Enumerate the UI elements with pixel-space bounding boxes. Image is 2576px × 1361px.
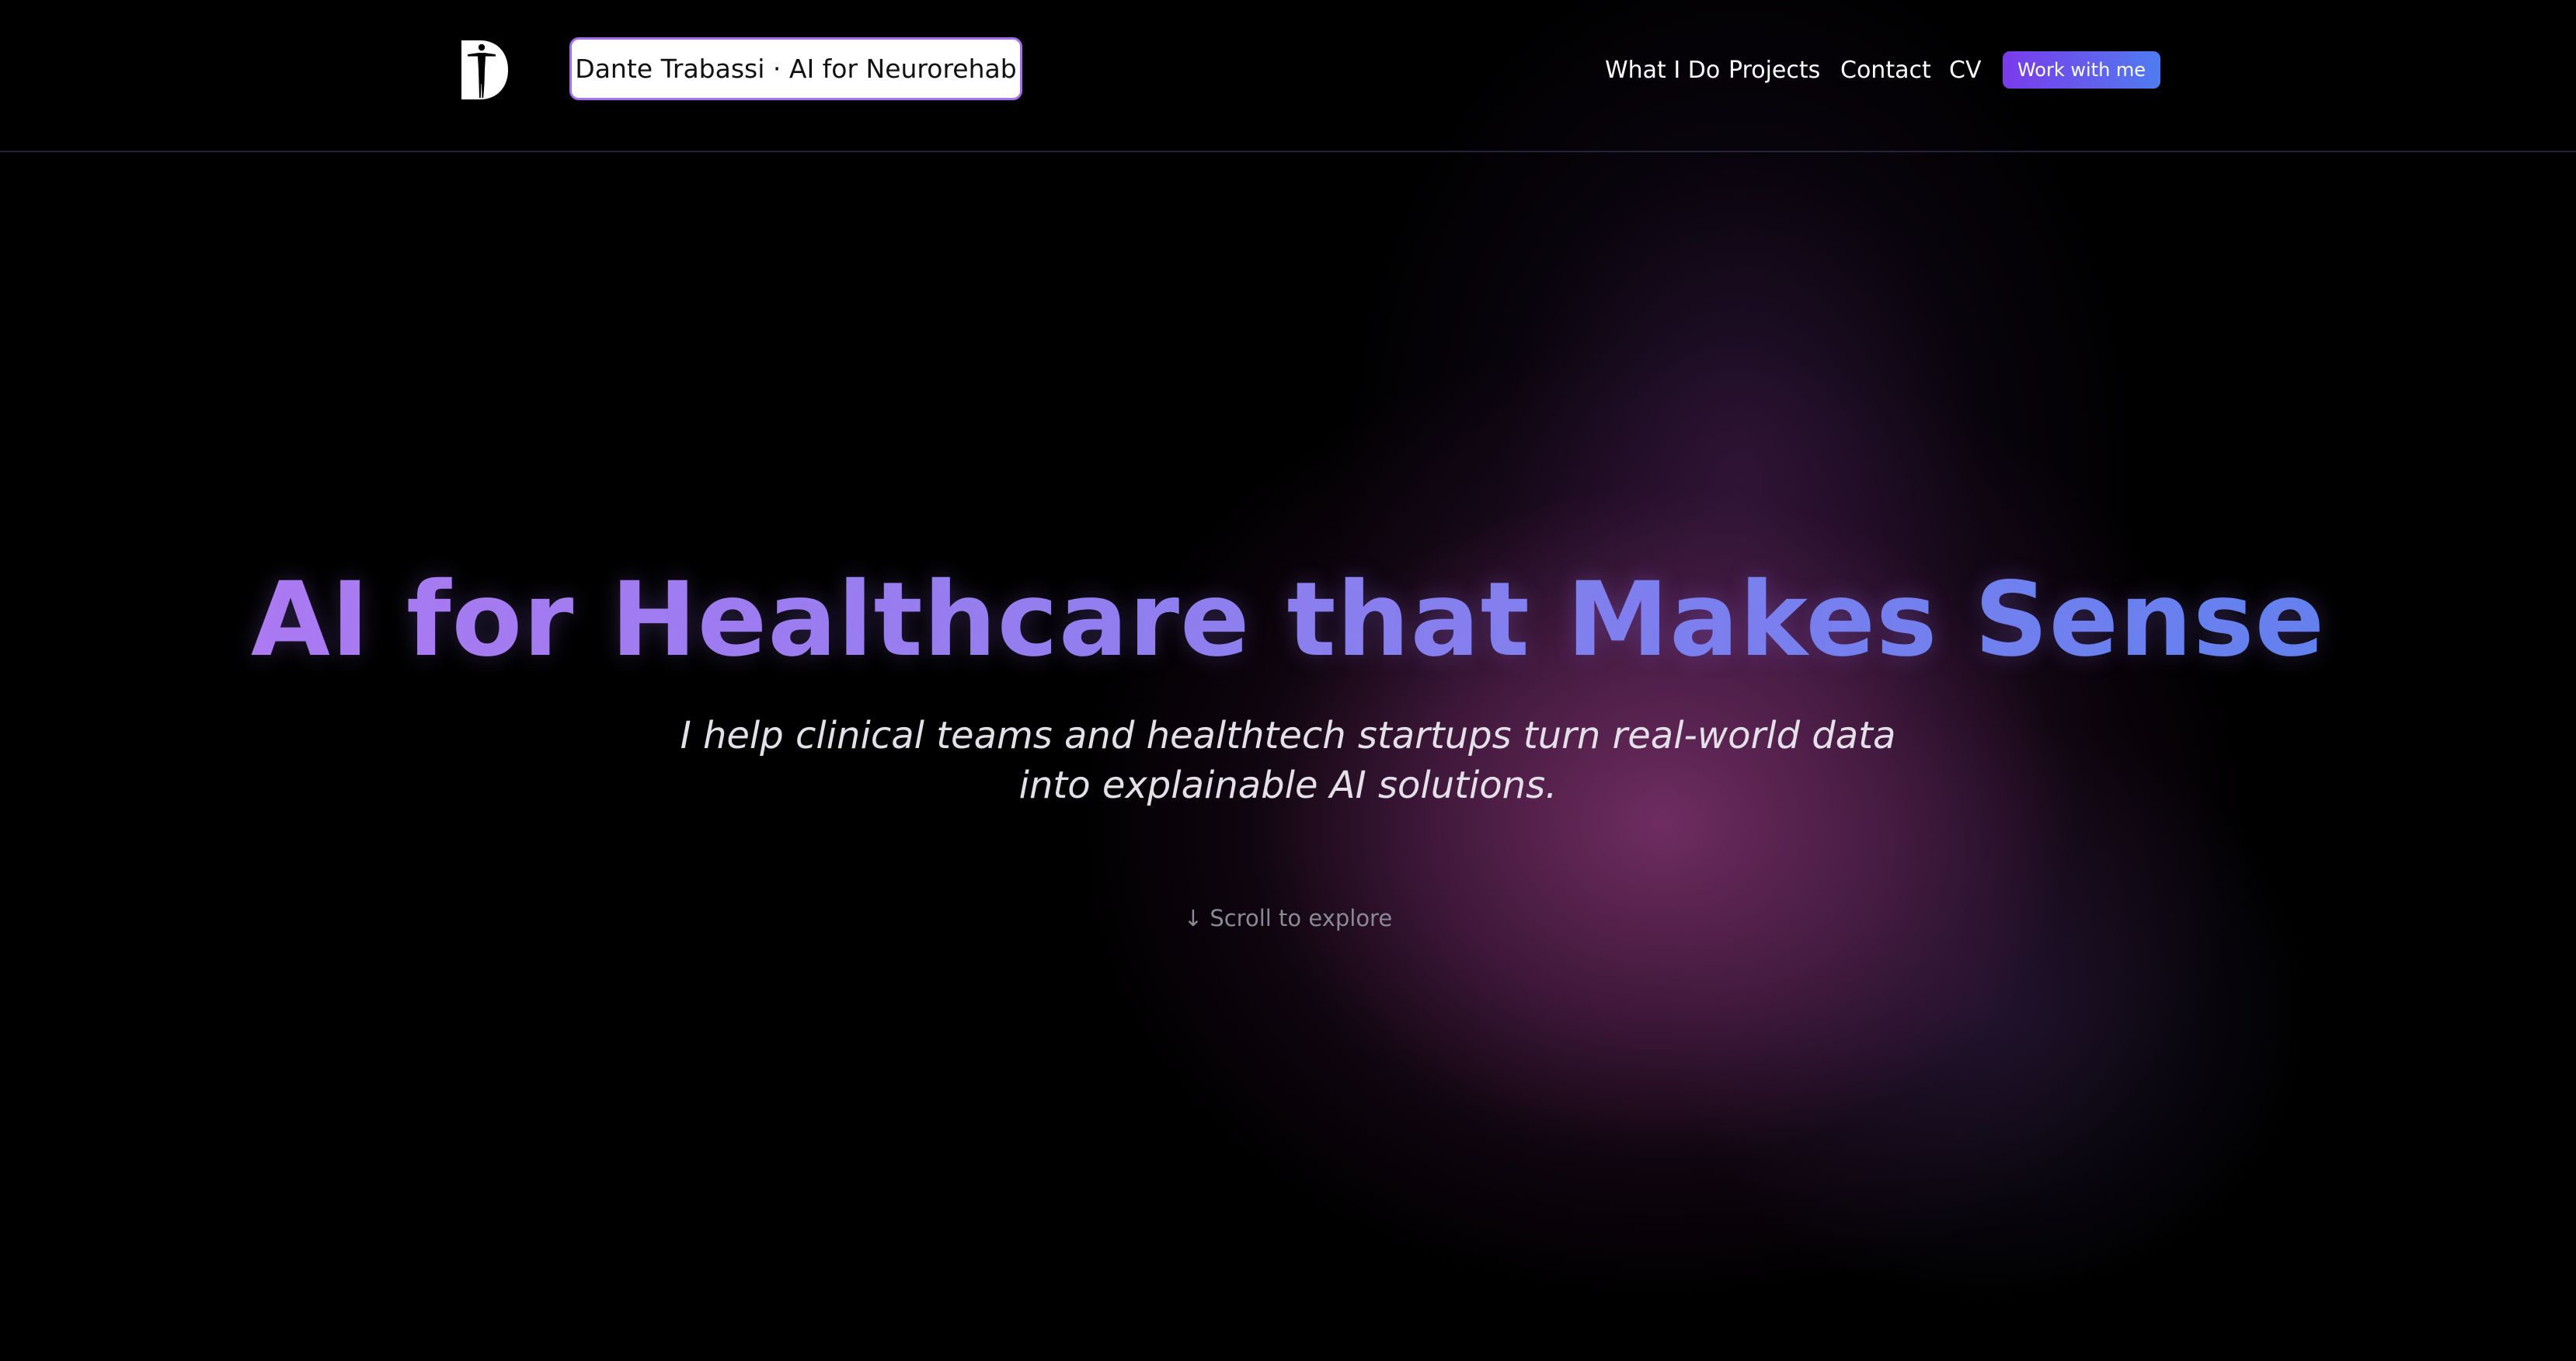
hero-subtitle-line-1: I help clinical teams and healthtech sta… — [680, 714, 1896, 757]
page: Dante Trabassi · AI for Neurorehab What … — [0, 0, 2576, 1361]
scroll-to-explore-hint[interactable]: ↓ Scroll to explore — [0, 903, 2576, 934]
nav-link-cv[interactable]: CV — [1949, 51, 1981, 89]
nav-link-contact[interactable]: Contact — [1840, 51, 1931, 89]
site-header: Dante Trabassi · AI for Neurorehab What … — [0, 0, 2576, 152]
nav-link-projects[interactable]: Projects — [1728, 51, 1820, 89]
brand-title-button[interactable]: Dante Trabassi · AI for Neurorehab — [569, 37, 1022, 100]
work-with-me-button[interactable]: Work with me — [2003, 51, 2160, 89]
hero-title: AI for Healthcare that Makes Sense — [0, 550, 2576, 690]
nav-link-what-i-do[interactable]: What I Do — [1605, 51, 1720, 89]
brand-title-label: Dante Trabassi · AI for Neurorehab — [575, 54, 1017, 84]
hero-subtitle-line-2: into explainable AI solutions. — [1018, 764, 1558, 807]
person-silhouette-d-logo-icon[interactable] — [461, 40, 508, 99]
hero-title-text: AI for Healthcare that Makes Sense — [250, 560, 2326, 680]
work-with-me-label: Work with me — [2017, 59, 2146, 81]
